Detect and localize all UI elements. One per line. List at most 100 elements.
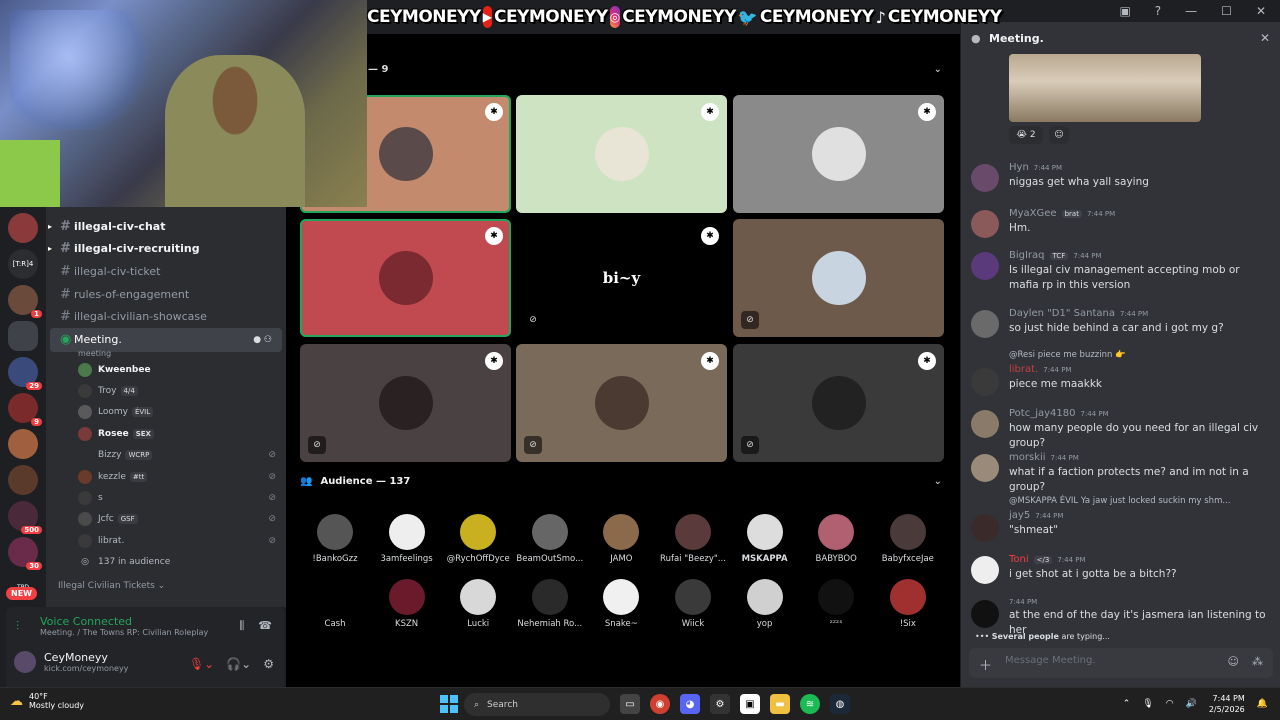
headphones-icon[interactable]: 🎧⌄ bbox=[226, 657, 251, 671]
message-input[interactable] bbox=[1005, 655, 1205, 666]
message-author[interactable]: BigIraq bbox=[1009, 250, 1045, 261]
avatar[interactable] bbox=[971, 454, 999, 482]
chat-message[interactable]: morskii 7:44 PM what if a faction protects… bbox=[971, 452, 1271, 495]
disconnect-icon[interactable]: ☎ bbox=[258, 619, 272, 633]
avatar[interactable] bbox=[971, 252, 999, 280]
gear-icon[interactable]: ⚙ bbox=[263, 657, 274, 671]
chat-message[interactable]: Potc_jay4180 7:44 PM how many people do yo… bbox=[971, 408, 1271, 451]
speaker-tile[interactable]: ✱ ⊘ bbox=[516, 344, 727, 462]
speaker-tile[interactable]: ✱ ⊘ bbox=[733, 344, 944, 462]
speaker-tile[interactable]: ✱ bbox=[300, 219, 511, 337]
server-icon[interactable]: 30 bbox=[8, 537, 42, 570]
speaker-tile[interactable]: ✱ bbox=[516, 95, 727, 213]
voice-user[interactable]: s ⊘ bbox=[46, 487, 286, 508]
voice-user[interactable]: kezzle #tt ⊘ bbox=[46, 466, 286, 487]
chevron-down-icon[interactable]: ⌄ bbox=[934, 64, 942, 75]
clock[interactable]: 7:44 PM 2/5/2026 bbox=[1209, 693, 1245, 715]
speaker-tile[interactable]: bi~y ✱ ⊘ bbox=[516, 219, 727, 337]
voice-user[interactable]: Jcfc GSF ⊘ bbox=[46, 509, 286, 530]
audience-member[interactable]: MSKAPPA bbox=[729, 514, 801, 564]
audience-member[interactable]: JAMO bbox=[585, 514, 657, 564]
steam-icon[interactable]: ◍ bbox=[830, 694, 850, 714]
chat-message[interactable]: MyaXGee brat 7:44 PM Hm. bbox=[971, 208, 1271, 238]
server-icon[interactable]: 29 bbox=[8, 357, 42, 390]
channel-rules-of-engagement[interactable]: # rules-of-engagement bbox=[46, 283, 286, 306]
message-author[interactable]: MyaXGee bbox=[1009, 208, 1057, 219]
help-icon[interactable]: ? bbox=[1155, 4, 1161, 18]
channel-illegal-civ-chat[interactable]: ▸ # illegal-civ-chat bbox=[46, 215, 286, 238]
audience-member[interactable]: Lucki bbox=[442, 579, 514, 629]
audience-count[interactable]: ◎ 137 in audience bbox=[46, 551, 286, 572]
audience-member[interactable]: @RychOffDyce bbox=[442, 514, 514, 564]
emoji-icon[interactable]: ☺ bbox=[1228, 655, 1239, 668]
chat-message[interactable]: Toni </3 7:44 PM i get shot at i gotta be a… bbox=[971, 554, 1271, 584]
add-attachment-icon[interactable]: ＋ bbox=[979, 655, 992, 674]
chrome-icon[interactable]: ◉ bbox=[650, 694, 670, 714]
message-author[interactable]: Toni bbox=[1009, 554, 1029, 565]
soundboard-icon[interactable]: ⫼ bbox=[239, 619, 244, 633]
chevron-up-icon[interactable]: ⌃ bbox=[1123, 699, 1131, 709]
server-icon[interactable] bbox=[8, 429, 38, 459]
audience-member[interactable]: !BankoGzz bbox=[299, 514, 371, 564]
speaker-tile[interactable]: ⊘ bbox=[733, 219, 944, 337]
chat-message[interactable]: Hyn 7:44 PM niggas get wha yall saying bbox=[971, 162, 1271, 192]
voice-user[interactable]: Troy 4/4 bbox=[46, 380, 286, 401]
windows-start-icon[interactable] bbox=[440, 695, 458, 713]
audience-member[interactable]: yop bbox=[729, 579, 801, 629]
close-button[interactable]: ✕ bbox=[1256, 4, 1266, 18]
channel-illegal-civ-ticket[interactable]: # illegal-civ-ticket bbox=[46, 260, 286, 283]
user-area[interactable]: CeyMoneyy kick.com/ceymoneyy bbox=[14, 651, 128, 673]
task-view-icon[interactable]: ▭ bbox=[620, 694, 640, 714]
volume-icon[interactable]: 🔊 bbox=[1186, 699, 1197, 709]
audience-member[interactable]: BABYBOO bbox=[800, 514, 872, 564]
maximize-button[interactable]: ☐ bbox=[1221, 4, 1232, 18]
voice-user[interactable]: Rosee SEX bbox=[46, 423, 286, 444]
discord-icon[interactable]: ◕ bbox=[680, 694, 700, 714]
voice-user[interactable]: Kweenbee bbox=[46, 359, 286, 380]
avatar[interactable] bbox=[971, 210, 999, 238]
avatar[interactable] bbox=[971, 514, 999, 542]
weather-widget[interactable]: ☁ 40°F Mostly cloudy bbox=[10, 692, 84, 710]
message-author[interactable]: morskii bbox=[1009, 452, 1046, 463]
settings-icon[interactable]: ⚙ bbox=[710, 694, 730, 714]
voice-user[interactable]: Bizzy WCRP ⊘ bbox=[46, 445, 286, 466]
mic-muted-icon[interactable]: 🎙⌄ bbox=[189, 657, 214, 671]
server-icon[interactable] bbox=[8, 465, 38, 495]
speaker-tile[interactable]: ✱ bbox=[733, 95, 944, 213]
server-icon[interactable]: 9 bbox=[8, 393, 42, 426]
avatar[interactable] bbox=[971, 600, 999, 628]
reaction[interactable]: 😭 2 bbox=[1009, 126, 1043, 144]
reply-preview[interactable]: @Resi piece me buzzinn 👉 bbox=[1009, 350, 1271, 360]
message-author[interactable]: librat. bbox=[1009, 364, 1038, 375]
chat-message[interactable]: @MSKAPPA ÉVIL Ya jaw just locked suckin … bbox=[971, 496, 1271, 542]
chat-message[interactable]: Daylen "D1" Santana 7:44 PM so just hide b… bbox=[971, 308, 1271, 338]
audience-member[interactable]: Cash bbox=[299, 579, 371, 629]
avatar[interactable] bbox=[971, 410, 999, 438]
audience-member[interactable]: ᶻᶻᶻˢ bbox=[800, 579, 872, 629]
audience-member[interactable]: Nehemiah Ro... bbox=[514, 579, 586, 629]
audience-member[interactable]: !Six bbox=[872, 579, 944, 629]
channel-illegal-civ-recruiting[interactable]: ▸ # illegal-civ-recruiting bbox=[46, 238, 286, 261]
minimize-button[interactable]: — bbox=[1185, 4, 1197, 18]
audience-member[interactable]: Snake~ bbox=[585, 579, 657, 629]
message-author[interactable]: Daylen "D1" Santana bbox=[1009, 308, 1115, 319]
apps-icon[interactable]: ⁂ bbox=[1252, 655, 1263, 668]
audience-member[interactable]: Rufai "Beezy"... bbox=[657, 514, 729, 564]
app-icon[interactable]: ▣ bbox=[740, 694, 760, 714]
message-author[interactable]: jay5 bbox=[1009, 510, 1030, 521]
voice-user[interactable]: librat. ⊘ bbox=[46, 530, 286, 551]
channel-illegal-civilian-showcase[interactable]: # illegal-civilian-showcase bbox=[46, 305, 286, 328]
message-author[interactable]: Potc_jay4180 bbox=[1009, 408, 1075, 419]
audience-member[interactable]: 3amfeelings bbox=[371, 514, 443, 564]
server-icon[interactable]: 1 bbox=[8, 285, 42, 318]
server-icon[interactable]: 500 bbox=[8, 501, 42, 534]
chat-message[interactable]: @Resi piece me buzzinn 👉 librat. 7:44 PM pi… bbox=[971, 350, 1271, 396]
microphone-icon[interactable]: 🎙 bbox=[1142, 699, 1153, 709]
audience-member[interactable]: BabyfxceJae bbox=[872, 514, 944, 564]
taskbar-search[interactable]: ⌕ Search bbox=[464, 693, 610, 716]
voice-user[interactable]: Loomy ÉVIL bbox=[46, 402, 286, 423]
category-illegal-civilian-tickets[interactable]: Illegal Civilian Tickets ⌄ bbox=[46, 581, 286, 591]
close-icon[interactable]: ✕ bbox=[1260, 31, 1270, 45]
chat-bubble-icon[interactable]: ● ⚇ bbox=[253, 335, 272, 345]
server-icon-tr[interactable]: [T:R]4 bbox=[8, 249, 38, 279]
